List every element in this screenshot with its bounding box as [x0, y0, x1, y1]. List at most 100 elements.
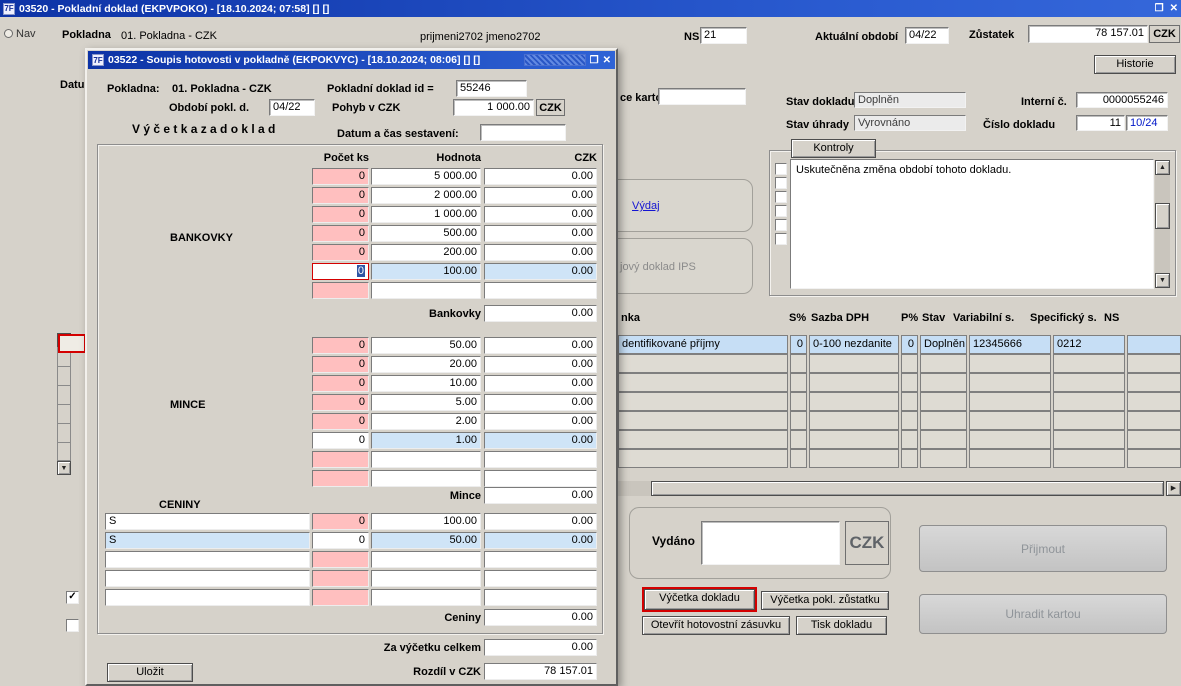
table-cell[interactable] — [901, 411, 918, 430]
table-cell[interactable] — [790, 373, 807, 392]
uhradit-kartou-button[interactable]: Uhradit kartou — [919, 594, 1167, 634]
table-cell-sazba[interactable]: 0-100 nezdanite — [809, 335, 899, 354]
table-cell[interactable] — [1127, 430, 1181, 449]
table-cell[interactable] — [809, 354, 899, 373]
count-cell-focused[interactable]: 0 — [312, 263, 369, 280]
table-cell[interactable] — [1127, 449, 1181, 468]
table-cell[interactable] — [809, 392, 899, 411]
kontroly-scroll-up-icon[interactable]: ▲ — [1155, 160, 1170, 175]
table-cell[interactable] — [618, 411, 788, 430]
czk-cell[interactable]: 0.00 — [484, 413, 597, 430]
close-icon[interactable]: ✕ — [1170, 3, 1178, 14]
restore-icon[interactable]: ❐ — [1155, 3, 1164, 14]
value-cell[interactable]: 200.00 — [371, 244, 481, 261]
kontroly-scroll-down-icon[interactable]: ▼ — [1155, 273, 1170, 288]
kontroly-list[interactable] — [790, 159, 1154, 289]
value-cell[interactable]: 1 000.00 — [371, 206, 481, 223]
interni-c-field[interactable]: 0000055246 — [1076, 92, 1168, 108]
vycetka-dokladu-button[interactable]: Výčetka dokladu — [644, 589, 755, 610]
vycetka-zustatku-button[interactable]: Výčetka pokl. zůstatku — [761, 591, 889, 610]
value-cell[interactable]: 10.00 — [371, 375, 481, 392]
table-cell[interactable] — [790, 354, 807, 373]
table-cell[interactable] — [809, 373, 899, 392]
ceniny-code-cell[interactable] — [105, 589, 310, 606]
count-cell[interactable]: 0 — [312, 432, 369, 449]
tisk-dokladu-button[interactable]: Tisk dokladu — [796, 616, 887, 635]
kontroly-checkbox[interactable] — [775, 219, 787, 231]
table-cell[interactable] — [1053, 430, 1125, 449]
value-cell[interactable]: 2 000.00 — [371, 187, 481, 204]
czk-cell[interactable]: 0.00 — [484, 263, 597, 280]
count-cell[interactable] — [312, 451, 369, 468]
czk-cell[interactable]: 0.00 — [484, 394, 597, 411]
count-cell[interactable] — [312, 551, 369, 568]
czk-cell[interactable] — [484, 589, 597, 606]
value-cell[interactable] — [371, 470, 481, 487]
value-cell[interactable]: 100.00 — [371, 513, 481, 530]
table-cell[interactable] — [920, 411, 967, 430]
count-cell[interactable]: 0 — [312, 532, 369, 549]
count-cell[interactable]: 0 — [312, 513, 369, 530]
table-cell[interactable] — [809, 449, 899, 468]
value-cell[interactable] — [371, 570, 481, 587]
czk-cell[interactable]: 0.00 — [484, 206, 597, 223]
czk-cell[interactable]: 0.00 — [484, 225, 597, 242]
count-cell[interactable] — [312, 470, 369, 487]
kontroly-scroll-thumb[interactable] — [1155, 203, 1170, 229]
table-cell[interactable] — [969, 411, 1051, 430]
vydaj-link[interactable]: Výdaj — [632, 200, 660, 212]
table-cell-stav[interactable]: Doplněn — [920, 335, 967, 354]
ceniny-code-cell[interactable]: S — [105, 513, 310, 530]
count-cell[interactable]: 0 — [312, 356, 369, 373]
table-cell[interactable] — [790, 449, 807, 468]
checkbox-unchecked[interactable] — [66, 619, 79, 632]
aktualni-obdobi-field[interactable]: 04/22 — [905, 27, 949, 44]
value-cell[interactable]: 50.00 — [371, 532, 481, 549]
table-cell-s-pct[interactable]: 0 — [790, 335, 807, 354]
count-cell[interactable]: 0 — [312, 375, 369, 392]
value-cell[interactable] — [371, 551, 481, 568]
table-cell[interactable] — [969, 392, 1051, 411]
czk-cell[interactable] — [484, 451, 597, 468]
table-cell[interactable] — [920, 354, 967, 373]
table-cell[interactable] — [618, 392, 788, 411]
czk-cell[interactable]: 0.00 — [484, 187, 597, 204]
table-cell[interactable] — [618, 449, 788, 468]
table-cell[interactable] — [1053, 392, 1125, 411]
table-scroll-right-icon[interactable]: ▶ — [1166, 481, 1181, 496]
table-cell[interactable] — [920, 430, 967, 449]
ceniny-code-cell[interactable] — [105, 570, 310, 587]
count-cell[interactable] — [312, 570, 369, 587]
otevrit-zasuvku-button[interactable]: Otevřít hotovostní zásuvku — [642, 616, 790, 635]
count-cell[interactable]: 0 — [312, 413, 369, 430]
count-cell[interactable] — [312, 589, 369, 606]
table-cell[interactable] — [790, 411, 807, 430]
czk-cell[interactable] — [484, 282, 597, 299]
platba-kartou-field[interactable] — [658, 88, 746, 105]
count-cell[interactable]: 0 — [312, 394, 369, 411]
czk-cell[interactable]: 0.00 — [484, 337, 597, 354]
count-cell[interactable]: 0 — [312, 187, 369, 204]
count-cell[interactable] — [312, 282, 369, 299]
nav-bullet-icon[interactable] — [4, 29, 13, 38]
dialog-restore-icon[interactable]: ❐ — [590, 55, 599, 66]
table-cell[interactable] — [1053, 411, 1125, 430]
historie-button[interactable]: Historie — [1094, 55, 1176, 74]
value-cell[interactable]: 1.00 — [371, 432, 481, 449]
table-cell[interactable] — [1127, 411, 1181, 430]
count-cell[interactable]: 0 — [312, 337, 369, 354]
kontroly-button[interactable]: Kontroly — [791, 139, 876, 158]
ceniny-code-cell[interactable] — [105, 551, 310, 568]
table-cell[interactable] — [618, 373, 788, 392]
table-cell[interactable] — [920, 392, 967, 411]
prijmout-button[interactable]: Přijmout — [919, 525, 1167, 572]
table-cell-ns[interactable] — [1127, 335, 1181, 354]
table-cell[interactable] — [1127, 392, 1181, 411]
table-cell[interactable] — [618, 430, 788, 449]
czk-cell[interactable]: 0.00 — [484, 375, 597, 392]
dialog-close-icon[interactable]: ✕ — [603, 55, 611, 66]
count-cell[interactable]: 0 — [312, 244, 369, 261]
table-cell[interactable] — [969, 354, 1051, 373]
table-cell[interactable] — [901, 354, 918, 373]
czk-cell[interactable]: 0.00 — [484, 356, 597, 373]
